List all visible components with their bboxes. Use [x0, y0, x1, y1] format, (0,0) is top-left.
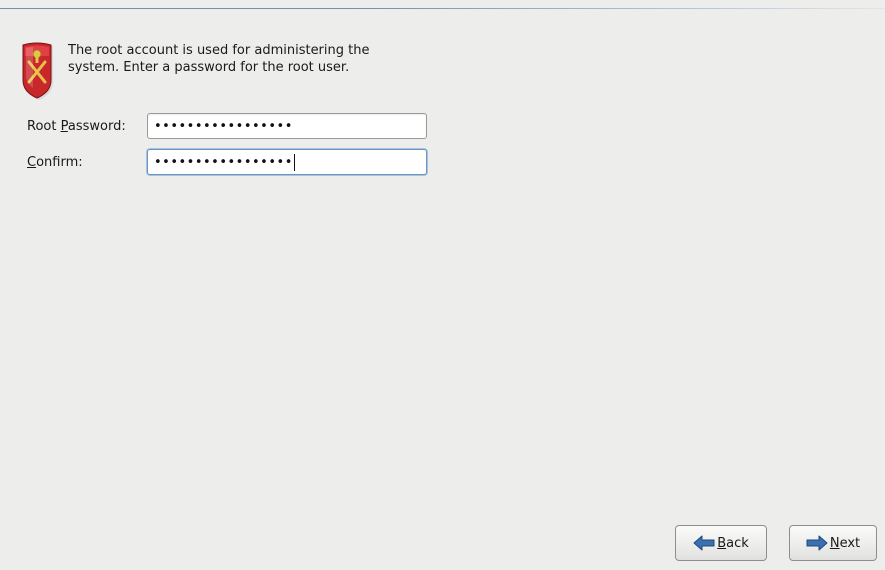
- back-button-label: Back: [717, 535, 749, 551]
- arrow-left-icon: [693, 535, 715, 551]
- confirm-label: Confirm:: [27, 154, 83, 170]
- text-caret: [293, 153, 295, 171]
- next-button-label: Next: [829, 535, 861, 551]
- back-button[interactable]: Back: [675, 525, 767, 561]
- top-divider: [0, 8, 885, 9]
- header: The root account is used for administeri…: [19, 42, 398, 102]
- header-description: The root account is used for administeri…: [68, 43, 370, 75]
- next-button[interactable]: Next: [789, 525, 877, 561]
- root-password-screen: The root account is used for administeri…: [0, 0, 885, 570]
- root-password-input[interactable]: •••••••••••••••••: [147, 113, 427, 139]
- confirm-password-input[interactable]: •••••••••••••••••: [147, 149, 427, 175]
- root-password-label: Root Password:: [27, 118, 126, 134]
- root-password-value: •••••••••••••••••: [154, 118, 293, 134]
- root-password-row: Root Password: •••••••••••••••••: [27, 113, 427, 139]
- shield-icon: [22, 42, 53, 100]
- confirm-row: Confirm: •••••••••••••••••: [27, 149, 427, 175]
- confirm-password-value: •••••••••••••••••: [154, 154, 293, 170]
- arrow-right-icon: [806, 535, 828, 551]
